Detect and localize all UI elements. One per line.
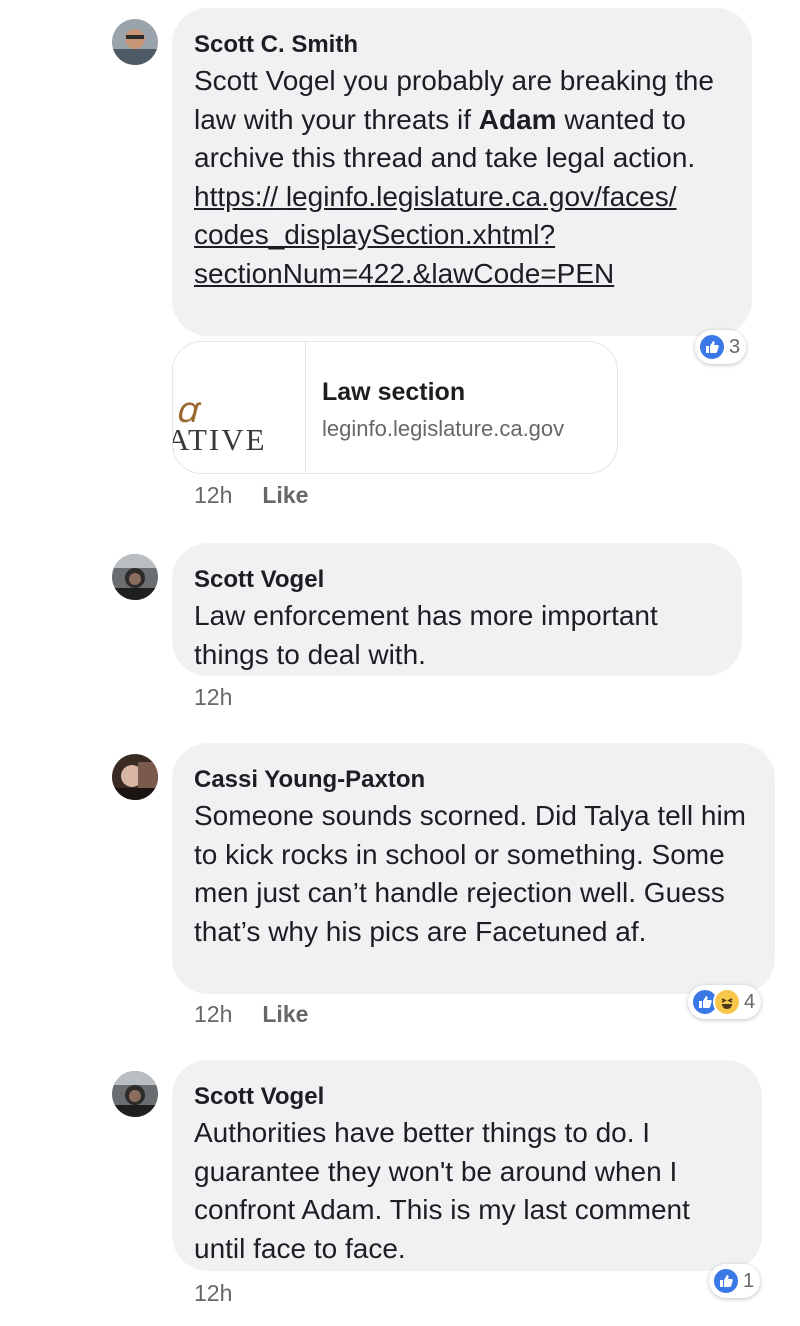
like-button[interactable]: Like	[262, 482, 308, 508]
comment-meta: 12h Like	[194, 482, 308, 509]
comment-author[interactable]: Scott C. Smith	[194, 30, 730, 60]
avatar[interactable]	[112, 19, 158, 65]
comment-link[interactable]: https:// leginfo.legislature.ca.gov/face…	[194, 181, 677, 289]
comment-meta: 12h Like	[194, 1001, 308, 1028]
link-preview-title: Law section	[322, 378, 466, 406]
avatar[interactable]	[112, 754, 158, 800]
comment-text: Someone sounds scorned. Did Talya tell h…	[194, 800, 747, 947]
link-preview-domain: leginfo.legislature.ca.gov	[322, 416, 565, 441]
comment-author[interactable]: Scott Vogel	[194, 1082, 740, 1112]
like-button[interactable]: Like	[262, 1001, 308, 1027]
comment-time[interactable]: 12h	[194, 684, 232, 710]
reaction-count: 4	[744, 990, 756, 1013]
comment-author[interactable]: Cassi Young-Paxton	[194, 765, 753, 795]
comment-meta: 12h	[194, 684, 232, 711]
reaction-summary[interactable]: 4	[688, 985, 762, 1019]
comment-text: Law enforcement has more important thing…	[194, 600, 658, 670]
avatar[interactable]	[112, 554, 158, 600]
mention[interactable]: Adam	[479, 104, 557, 135]
reaction-summary[interactable]: 3	[695, 330, 747, 364]
comment-bubble: Scott Vogel Law enforcement has more imp…	[172, 543, 742, 676]
comment-text: Authorities have better things to do. I …	[194, 1117, 690, 1264]
comment-bubble: Scott C. Smith Scott Vogel you probably …	[172, 8, 752, 336]
comment-bubble: Cassi Young-Paxton Someone sounds scorne…	[172, 743, 775, 994]
link-preview-image: ꭤ ATIVE	[173, 342, 306, 473]
reaction-count: 3	[729, 335, 741, 358]
link-preview-card[interactable]: ꭤ ATIVE Law section leginfo.legislature.…	[172, 341, 618, 474]
comment-time[interactable]: 12h	[194, 1280, 232, 1306]
avatar[interactable]	[112, 1071, 158, 1117]
comment-time[interactable]: 12h	[194, 482, 232, 508]
comment-time[interactable]: 12h	[194, 1001, 232, 1027]
haha-icon	[713, 988, 741, 1016]
thumbs-up-icon	[698, 333, 726, 361]
reaction-summary[interactable]: 1	[709, 1264, 761, 1298]
comment-meta: 12h	[194, 1280, 232, 1307]
comment-author[interactable]: Scott Vogel	[194, 565, 720, 595]
thumbs-up-icon	[712, 1267, 740, 1295]
reaction-count: 1	[743, 1269, 755, 1292]
comment-bubble: Scott Vogel Authorities have better thin…	[172, 1060, 762, 1271]
comment-text: Scott Vogel you probably are breaking th…	[194, 65, 714, 289]
